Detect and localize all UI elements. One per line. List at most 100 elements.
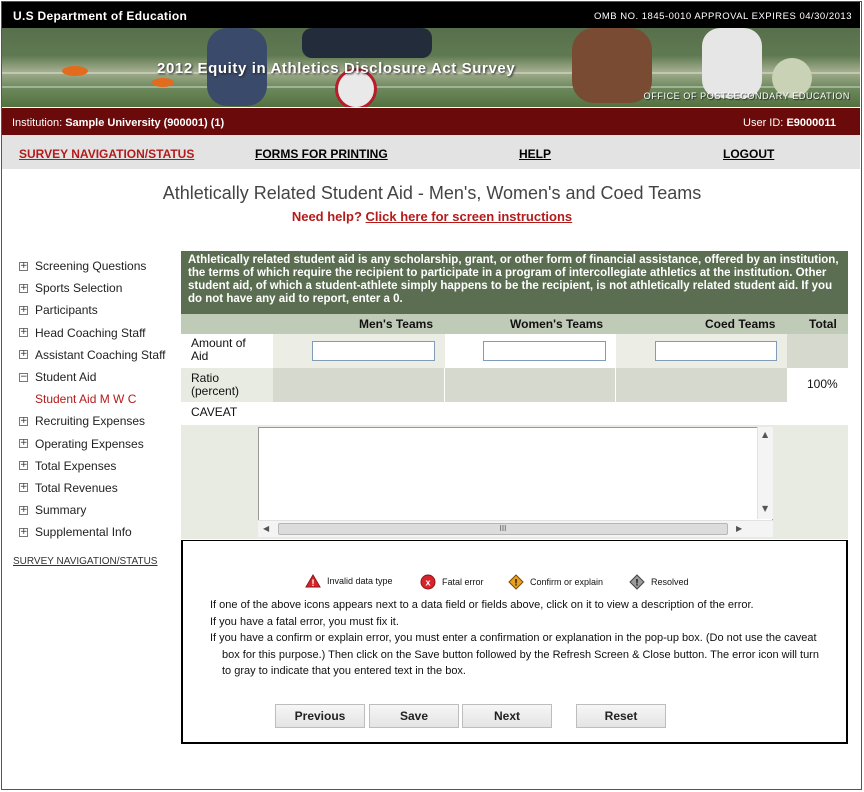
instruction-line: If you have a fatal error, you must fix … — [210, 615, 399, 628]
user-id-label: User ID: — [743, 117, 784, 129]
caveat-side-cell — [773, 425, 848, 539]
sidebar-item-participants[interactable]: + Participants — [19, 299, 179, 321]
error-legend-panel: ! Invalid data type x Fatal error ! Conf… — [181, 540, 848, 744]
svg-text:!: ! — [636, 578, 639, 588]
institution-info: Institution: Sample University (900001) … — [12, 117, 224, 129]
legend-confirm-label: Confirm or explain — [530, 577, 604, 587]
omb-approval: OMB NO. 1845-0010 APPROVAL EXPIRES 04/30… — [593, 11, 852, 22]
coed-amount-input[interactable] — [655, 341, 777, 361]
screen-instructions-link[interactable]: Click here for screen instructions — [366, 209, 573, 224]
caveat-textarea[interactable] — [258, 427, 773, 537]
warning-triangle-icon: ! — [305, 574, 321, 588]
expand-icon[interactable]: + — [19, 350, 28, 360]
student-aid-table: Men's Teams Women's Teams Coed Teams Tot… — [181, 314, 848, 539]
banner-image: 2012 Equity in Athletics Disclosure Act … — [2, 28, 860, 107]
info-panel: Athletically related student aid is any … — [181, 251, 848, 314]
expand-icon[interactable]: + — [19, 527, 28, 537]
legend-invalid-label: Invalid data type — [327, 576, 393, 586]
page-title: Athletically Related Student Aid - Men's… — [162, 183, 702, 203]
ratio-label: Ratio (percent) — [191, 371, 240, 398]
sidebar-item-label: Student Aid — [35, 370, 97, 385]
confirm-explain-icon: ! — [508, 574, 524, 590]
next-button[interactable]: Next — [462, 704, 552, 728]
mens-amount-input[interactable] — [312, 341, 435, 361]
save-button[interactable]: Save — [369, 704, 459, 728]
expand-icon[interactable]: + — [19, 483, 28, 493]
svg-text:x: x — [425, 578, 430, 588]
help-line: Need help? Click here for screen instruc… — [0, 209, 864, 224]
expand-icon[interactable]: + — [19, 328, 28, 338]
sidebar-item-label: Sports Selection — [35, 281, 123, 296]
amount-label: Amount of Aid — [191, 336, 246, 363]
institution-value: Sample University (900001) (1) — [65, 117, 225, 129]
nav-survey-status[interactable]: SURVEY NAVIGATION/STATUS — [19, 147, 194, 161]
instruction-line: If you have a confirm or explain error, … — [210, 632, 819, 677]
header-coed-teams: Coed Teams — [705, 317, 776, 331]
sidebar-item-label: Total Expenses — [35, 458, 117, 473]
sidebar-item-label: Operating Expenses — [35, 436, 144, 451]
amount-total-cell — [787, 334, 848, 368]
sidebar-item-total-expenses[interactable]: + Total Expenses — [19, 455, 179, 477]
collapse-icon[interactable]: − — [19, 372, 28, 382]
header-total: Total — [809, 317, 837, 331]
expand-icon[interactable]: + — [19, 283, 28, 293]
sidebar-item-assistant-coaching-staff[interactable]: + Assistant Coaching Staff — [19, 344, 179, 366]
player-figure — [702, 28, 762, 98]
reset-button[interactable]: Reset — [576, 704, 666, 728]
sidebar-item-student-aid-mwc[interactable]: Student Aid M W C — [19, 388, 179, 410]
sidebar-item-label: Summary — [35, 503, 87, 518]
user-info: User ID: E9000011 — [743, 117, 836, 129]
sidebar-item-supplemental-info[interactable]: + Supplemental Info — [19, 521, 179, 543]
expand-icon[interactable]: + — [19, 439, 28, 449]
survey-title: 2012 Equity in Athletics Disclosure Act … — [157, 60, 516, 77]
cone-icon — [152, 78, 174, 87]
expand-icon[interactable]: + — [19, 505, 28, 515]
legend-fatal: x Fatal error — [420, 574, 484, 590]
previous-button[interactable]: Previous — [275, 704, 365, 728]
institution-bar: Institution: Sample University (900001) … — [2, 108, 860, 135]
institution-label: Institution: — [12, 117, 63, 129]
sidebar-item-label: Participants — [35, 303, 98, 318]
sidebar-item-sports-selection[interactable]: + Sports Selection — [19, 277, 179, 299]
expand-icon[interactable]: + — [19, 416, 28, 426]
sidebar-item-label: Total Revenues — [35, 480, 118, 495]
nav-bar: SURVEY NAVIGATION/STATUS FORMS FOR PRINT… — [2, 135, 860, 169]
sidebar-item-operating-expenses[interactable]: + Operating Expenses — [19, 433, 179, 455]
user-id-value: E9000011 — [786, 117, 836, 129]
top-bar: U.S Department of Education OMB NO. 1845… — [2, 2, 860, 28]
ratio-men-cell — [273, 368, 445, 402]
sidebar-item-label: Head Coaching Staff — [35, 325, 146, 340]
cone-icon — [62, 66, 88, 76]
expand-icon[interactable]: + — [19, 261, 28, 271]
womens-amount-input[interactable] — [483, 341, 606, 361]
sidebar-survey-status-link[interactable]: SURVEY NAVIGATION/STATUS — [13, 556, 157, 567]
sidebar-item-total-revenues[interactable]: + Total Revenues — [19, 477, 179, 499]
sidebar-item-head-coaching-staff[interactable]: + Head Coaching Staff — [19, 322, 179, 344]
caveat-label: CAVEAT — [191, 405, 238, 419]
header-womens-teams: Women's Teams — [510, 317, 604, 331]
nav-logout[interactable]: LOGOUT — [723, 147, 774, 161]
table-header-row: Men's Teams Women's Teams Coed Teams Tot… — [181, 314, 848, 334]
resolved-icon: ! — [629, 574, 645, 590]
department-name: U.S Department of Education — [13, 9, 188, 23]
amount-row: Amount of Aid — [181, 334, 848, 368]
sidebar-item-student-aid[interactable]: − Student Aid — [19, 366, 179, 388]
sidebar-item-label: Supplemental Info — [35, 525, 132, 540]
ratio-women-cell — [445, 368, 616, 402]
expand-icon[interactable]: + — [19, 305, 28, 315]
fatal-error-icon: x — [420, 574, 436, 590]
sidebar-item-label: Student Aid M W C — [35, 392, 137, 407]
legend-resolved: ! Resolved — [629, 574, 689, 590]
nav-help[interactable]: HELP — [519, 147, 551, 161]
sidebar-item-summary[interactable]: + Summary — [19, 499, 179, 521]
ratio-row: Ratio (percent) 100% — [181, 368, 848, 402]
svg-text:!: ! — [312, 578, 315, 588]
sidebar-item-label: Assistant Coaching Staff — [35, 347, 166, 362]
expand-icon[interactable]: + — [19, 461, 28, 471]
sidebar-item-screening-questions[interactable]: + Screening Questions — [19, 255, 179, 277]
player-figure — [302, 28, 432, 58]
error-instructions: If one of the above icons appears next t… — [210, 597, 830, 680]
nav-forms-printing[interactable]: FORMS FOR PRINTING — [255, 147, 388, 161]
sidebar-item-recruiting-expenses[interactable]: + Recruiting Expenses — [19, 410, 179, 432]
svg-text:!: ! — [515, 578, 518, 588]
